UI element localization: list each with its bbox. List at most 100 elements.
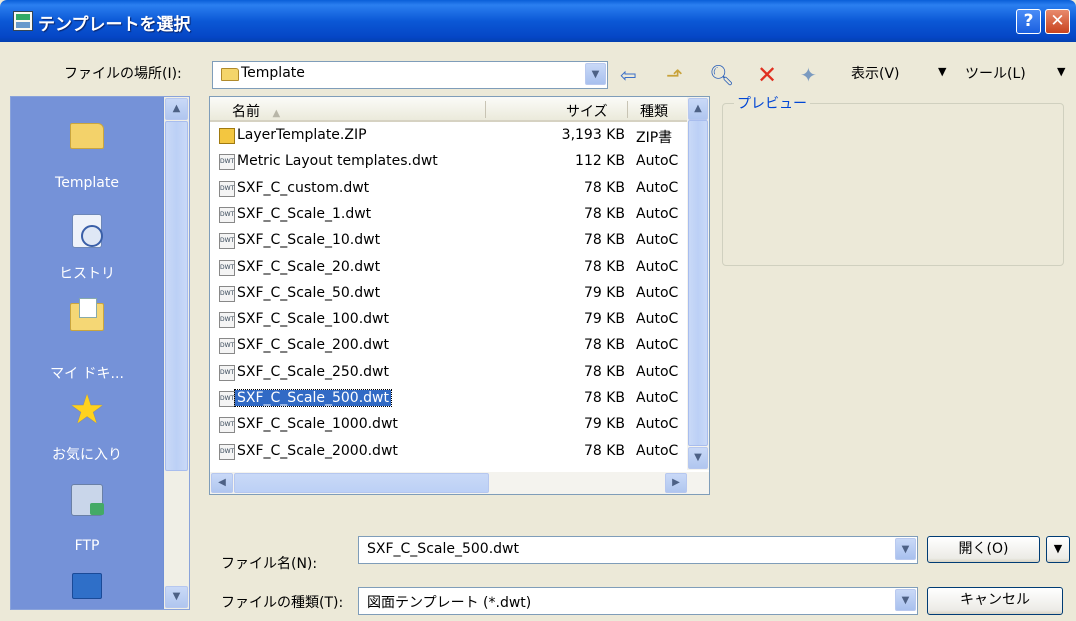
file-row[interactable]: DWT SXF_C_Scale_200.dwt 78 KB AutoC [210, 335, 687, 357]
file-row[interactable]: DWT SXF_C_custom.dwt 78 KB AutoC [210, 178, 687, 200]
file-name: SXF_C_custom.dwt [237, 179, 370, 196]
file-row[interactable]: DWT SXF_C_Scale_50.dwt 79 KB AutoC [210, 283, 687, 305]
place-label: マイ ドキ... [50, 366, 124, 382]
file-row[interactable]: DWT Metric Layout templates.dwt 112 KB Auto… [210, 151, 687, 173]
places-bar: Template ヒストリ マイ ドキ... ★ お気に入り FTP ▲ ▼ [10, 96, 190, 610]
column-size[interactable]: サイズ [566, 101, 608, 121]
chevron-down-icon[interactable]: ▼ [895, 538, 916, 560]
file-row[interactable]: LayerTemplate.ZIP 3,193 KB ZIP書 [210, 125, 687, 147]
file-size: 78 KB [583, 205, 625, 222]
scroll-up-icon[interactable]: ▲ [165, 98, 188, 120]
view-menu[interactable]: 表示(V) [851, 63, 900, 83]
dwt-icon: DWT [219, 391, 235, 407]
file-size: 78 KB [583, 442, 625, 459]
dwt-icon: DWT [219, 417, 235, 434]
new-folder-icon[interactable]: ✦ [800, 63, 817, 87]
file-type: AutoC [636, 390, 679, 406]
dwt-icon: DWT [219, 364, 235, 381]
file-name: SXF_C_Scale_1.dwt [237, 205, 372, 222]
dwt-icon: DWT [219, 233, 235, 250]
ftp-icon [67, 484, 107, 524]
file-type: AutoC [636, 416, 679, 433]
file-row[interactable]: DWT SXF_C_Scale_100.dwt 79 KB AutoC [210, 309, 687, 331]
place-label: Template [55, 175, 119, 191]
up-folder-icon[interactable]: ⬏ [666, 63, 683, 87]
open-button[interactable]: 開く(O) [927, 536, 1040, 563]
filetype-select[interactable]: 図面テンプレート (*.dwt) ▼ [358, 587, 918, 615]
scroll-down-icon[interactable]: ▼ [165, 586, 188, 608]
search-web-icon[interactable]: 🔍︎ [709, 63, 734, 87]
file-row[interactable]: DWT SXF_C_Scale_1.dwt 78 KB AutoC [210, 204, 687, 226]
file-size: 79 KB [583, 284, 625, 301]
file-name: SXF_C_Scale_500.dwt [234, 389, 392, 407]
scroll-right-icon[interactable]: ▶ [665, 473, 687, 493]
file-row[interactable]: DWT SXF_C_Scale_500.dwt 78 KB AutoC [210, 388, 687, 410]
title-bar[interactable]: テンプレートを選択 ? ✕ [0, 0, 1076, 42]
file-name: SXF_C_Scale_100.dwt [237, 311, 389, 328]
scroll-left-icon[interactable]: ◀ [211, 473, 233, 493]
file-name: LayerTemplate.ZIP [237, 127, 367, 143]
place-template[interactable]: Template [11, 117, 163, 191]
scroll-down-icon[interactable]: ▼ [688, 447, 708, 469]
file-list[interactable]: 名前 ▲ サイズ 種類 LayerTemplate.ZIP 3,193 KB ZIP… [209, 96, 710, 495]
file-name: SXF_C_Scale_2000.dwt [237, 442, 398, 459]
file-list-vscrollbar[interactable]: ▲ ▼ [687, 97, 709, 470]
place-label: ヒストリ [59, 266, 115, 282]
history-icon [67, 214, 107, 254]
place-ftp[interactable]: FTP [11, 480, 163, 554]
dwt-icon: DWT [219, 312, 235, 329]
open-options-dropdown[interactable]: ▼ [1046, 536, 1070, 563]
file-row[interactable]: DWT SXF_C_Scale_2000.dwt 78 KB AutoC [210, 441, 687, 463]
file-row[interactable]: DWT SXF_C_Scale_250.dwt 78 KB AutoC [210, 362, 687, 384]
place-my-documents[interactable]: マイ ドキ... [11, 297, 163, 383]
tools-dropdown-icon[interactable]: ▼ [1057, 65, 1065, 78]
sort-ascending-icon: ▲ [272, 108, 281, 119]
column-name-label: 名前 [232, 104, 260, 120]
file-name: SXF_C_Scale_250.dwt [237, 363, 389, 380]
file-row[interactable]: DWT SXF_C_Scale_20.dwt 78 KB AutoC [210, 257, 687, 279]
dwt-icon: DWT [219, 206, 235, 223]
chevron-down-icon[interactable]: ▼ [895, 589, 916, 611]
place-desktop[interactable] [11, 567, 163, 613]
view-dropdown-icon[interactable]: ▼ [938, 65, 946, 78]
file-type: AutoC [636, 179, 679, 196]
preview-label: プレビュー [734, 93, 810, 113]
place-favorites[interactable]: ★ お気に入り [11, 390, 163, 464]
column-name[interactable]: 名前 ▲ [232, 101, 280, 121]
scroll-thumb[interactable] [165, 121, 188, 471]
location-combo[interactable]: Template ▼ [212, 61, 608, 89]
column-divider[interactable] [627, 101, 628, 118]
file-size: 78 KB [583, 363, 625, 380]
filename-input[interactable]: SXF_C_Scale_500.dwt ▼ [358, 536, 918, 564]
places-list: Template ヒストリ マイ ドキ... ★ お気に入り FTP [11, 97, 163, 609]
file-type: AutoC [636, 258, 679, 275]
hscroll-thumb[interactable] [234, 473, 489, 493]
file-size: 78 KB [583, 337, 625, 354]
chevron-down-icon[interactable]: ▼ [585, 63, 606, 85]
cancel-button[interactable]: キャンセル [927, 587, 1063, 615]
app-icon [13, 11, 33, 31]
column-type[interactable]: 種類 [640, 101, 668, 121]
filetype-label: ファイルの種類(T): [221, 595, 344, 611]
place-history[interactable]: ヒストリ [11, 212, 163, 283]
zip-icon [219, 128, 235, 144]
places-scrollbar[interactable]: ▲ ▼ [164, 97, 189, 609]
dwt-icon: DWT [219, 259, 235, 276]
file-list-hscrollbar[interactable]: ◀ ▶ [210, 472, 709, 494]
file-row[interactable]: DWT SXF_C_Scale_10.dwt 78 KB AutoC [210, 230, 687, 252]
tools-menu[interactable]: ツール(L) [965, 63, 1026, 83]
file-type: AutoC [636, 442, 679, 459]
help-button[interactable]: ? [1016, 9, 1041, 34]
dwt-icon: DWT [219, 154, 235, 171]
close-button[interactable]: ✕ [1045, 9, 1070, 34]
window-title: テンプレートを選択 [38, 15, 191, 35]
file-row[interactable]: DWT SXF_C_Scale_1000.dwt 79 KB AutoC [210, 414, 687, 436]
scroll-thumb[interactable] [688, 120, 708, 446]
file-size: 78 KB [583, 179, 625, 196]
delete-icon[interactable]: ✕ [757, 63, 777, 87]
column-divider[interactable] [485, 101, 486, 118]
file-type: AutoC [636, 337, 679, 354]
back-icon[interactable]: ⇦ [620, 63, 637, 87]
scroll-up-icon[interactable]: ▲ [688, 98, 708, 120]
place-label: お気に入り [52, 447, 122, 463]
